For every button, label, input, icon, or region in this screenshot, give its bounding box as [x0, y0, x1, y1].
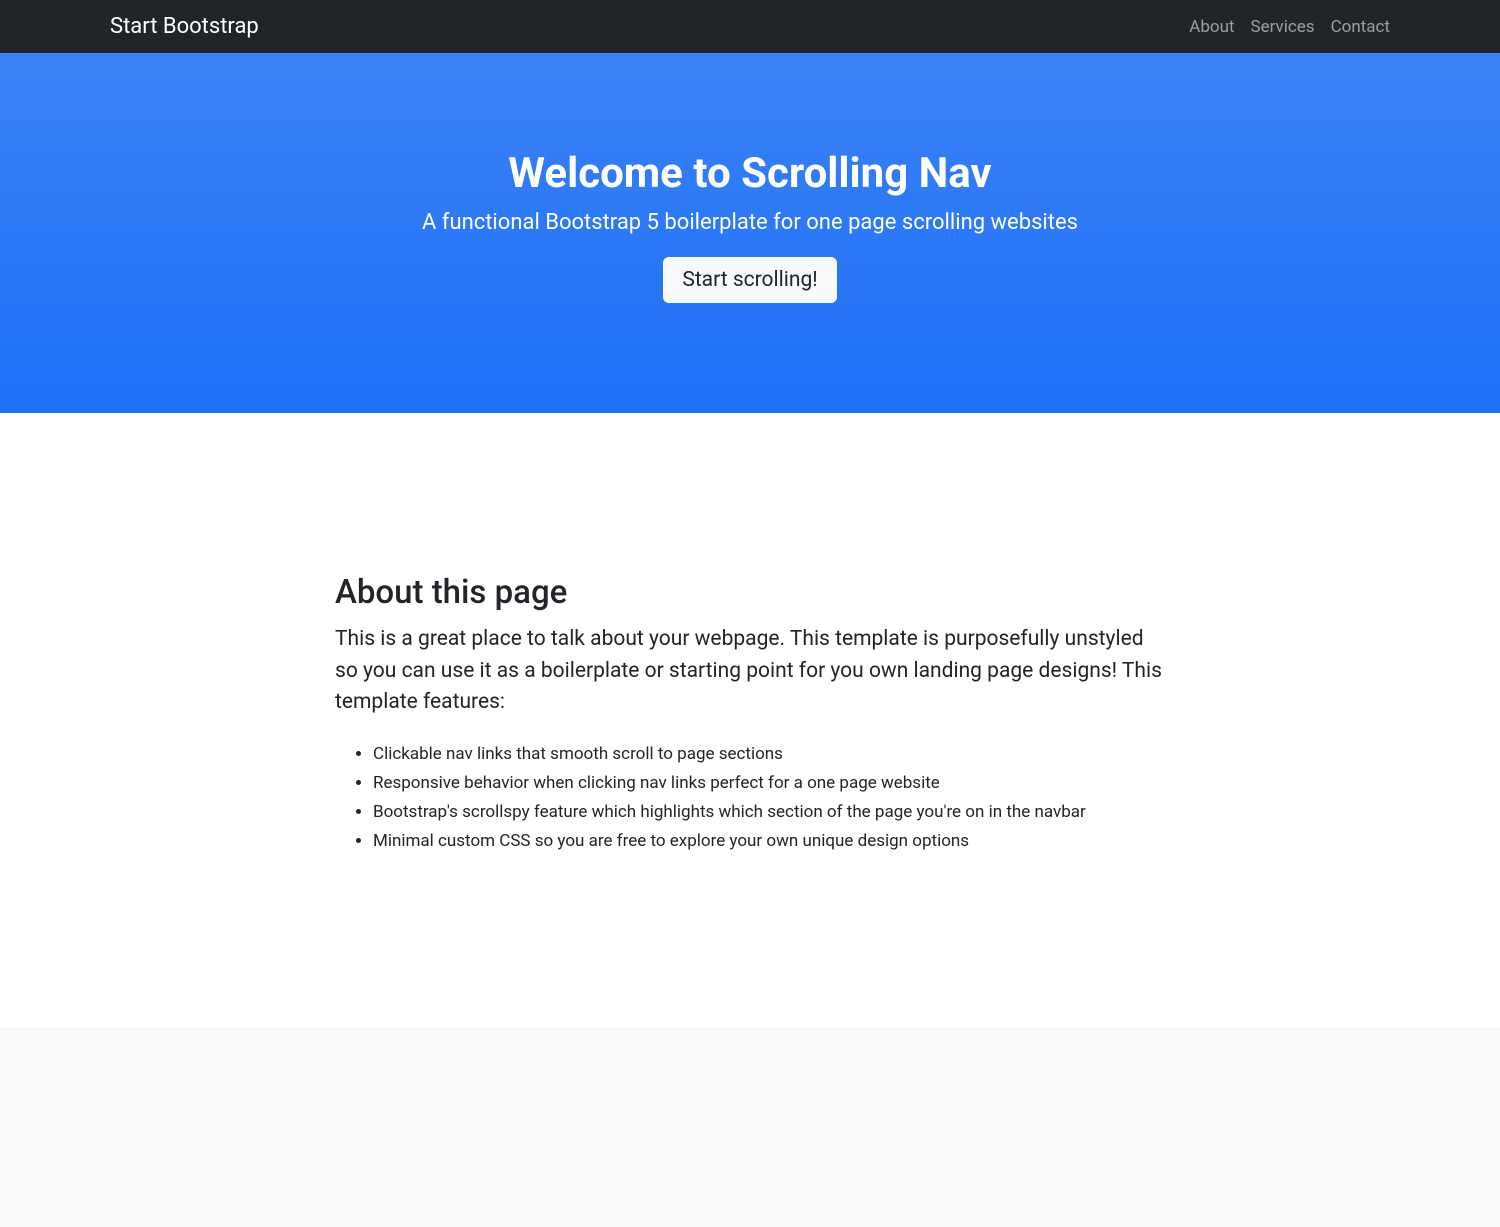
list-item: Minimal custom CSS so you are free to ex…: [373, 828, 1165, 855]
about-heading: About this page: [335, 573, 1165, 612]
start-scrolling-button[interactable]: Start scrolling!: [663, 257, 836, 303]
nav-link-contact[interactable]: Contact: [1331, 17, 1390, 37]
nav-link-services[interactable]: Services: [1251, 17, 1315, 37]
footer-strip: [0, 1027, 1500, 1227]
about-section: About this page This is a great place to…: [0, 413, 1500, 1027]
hero-header: Welcome to Scrolling Nav A functional Bo…: [0, 53, 1500, 413]
list-item: Bootstrap's scrollspy feature which high…: [373, 799, 1165, 826]
brand-link[interactable]: Start Bootstrap: [110, 14, 259, 39]
hero-title: Welcome to Scrolling Nav: [20, 149, 1480, 198]
nav-link-about[interactable]: About: [1189, 17, 1234, 37]
list-item: Clickable nav links that smooth scroll t…: [373, 741, 1165, 768]
nav-links: About Services Contact: [1189, 17, 1390, 37]
features-list: Clickable nav links that smooth scroll t…: [335, 741, 1165, 856]
list-item: Responsive behavior when clicking nav li…: [373, 770, 1165, 797]
about-lead: This is a great place to talk about your…: [335, 624, 1165, 719]
navbar: Start Bootstrap About Services Contact: [0, 0, 1500, 53]
hero-subtitle: A functional Bootstrap 5 boilerplate for…: [20, 210, 1480, 235]
